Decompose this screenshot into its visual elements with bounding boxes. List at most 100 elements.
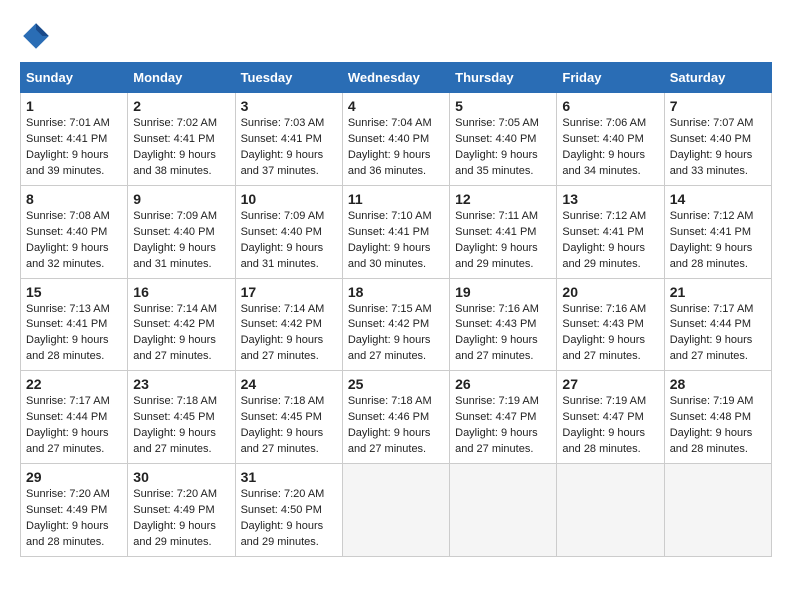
day-info: Sunrise: 7:08 AM Sunset: 4:40 PM Dayligh… (26, 209, 122, 273)
day-info: Sunrise: 7:01 AM Sunset: 4:41 PM Dayligh… (26, 116, 122, 180)
calendar-cell: 8 Sunrise: 7:08 AM Sunset: 4:40 PM Dayli… (21, 185, 128, 278)
day-info: Sunrise: 7:04 AM Sunset: 4:40 PM Dayligh… (348, 116, 444, 180)
day-number: 30 (133, 469, 229, 485)
calendar-cell: 17 Sunrise: 7:14 AM Sunset: 4:42 PM Dayl… (235, 278, 342, 371)
day-info: Sunrise: 7:19 AM Sunset: 4:48 PM Dayligh… (670, 394, 766, 458)
day-info: Sunrise: 7:13 AM Sunset: 4:41 PM Dayligh… (26, 302, 122, 366)
calendar-cell: 28 Sunrise: 7:19 AM Sunset: 4:48 PM Dayl… (664, 371, 771, 464)
calendar-cell: 30 Sunrise: 7:20 AM Sunset: 4:49 PM Dayl… (128, 464, 235, 557)
day-info: Sunrise: 7:18 AM Sunset: 4:45 PM Dayligh… (241, 394, 337, 458)
day-info: Sunrise: 7:17 AM Sunset: 4:44 PM Dayligh… (670, 302, 766, 366)
calendar-cell: 24 Sunrise: 7:18 AM Sunset: 4:45 PM Dayl… (235, 371, 342, 464)
day-number: 22 (26, 376, 122, 392)
day-number: 16 (133, 284, 229, 300)
calendar-cell: 3 Sunrise: 7:03 AM Sunset: 4:41 PM Dayli… (235, 93, 342, 186)
weekday-header-tuesday: Tuesday (235, 63, 342, 93)
day-number: 15 (26, 284, 122, 300)
day-info: Sunrise: 7:09 AM Sunset: 4:40 PM Dayligh… (241, 209, 337, 273)
day-number: 11 (348, 191, 444, 207)
calendar-cell: 2 Sunrise: 7:02 AM Sunset: 4:41 PM Dayli… (128, 93, 235, 186)
day-number: 21 (670, 284, 766, 300)
weekday-header-thursday: Thursday (450, 63, 557, 93)
calendar-cell: 23 Sunrise: 7:18 AM Sunset: 4:45 PM Dayl… (128, 371, 235, 464)
day-number: 13 (562, 191, 658, 207)
day-info: Sunrise: 7:19 AM Sunset: 4:47 PM Dayligh… (562, 394, 658, 458)
day-info: Sunrise: 7:14 AM Sunset: 4:42 PM Dayligh… (241, 302, 337, 366)
day-info: Sunrise: 7:07 AM Sunset: 4:40 PM Dayligh… (670, 116, 766, 180)
day-number: 18 (348, 284, 444, 300)
calendar-cell: 10 Sunrise: 7:09 AM Sunset: 4:40 PM Dayl… (235, 185, 342, 278)
day-number: 28 (670, 376, 766, 392)
day-info: Sunrise: 7:19 AM Sunset: 4:47 PM Dayligh… (455, 394, 551, 458)
weekday-header-sunday: Sunday (21, 63, 128, 93)
calendar-cell: 11 Sunrise: 7:10 AM Sunset: 4:41 PM Dayl… (342, 185, 449, 278)
day-number: 2 (133, 98, 229, 114)
day-info: Sunrise: 7:02 AM Sunset: 4:41 PM Dayligh… (133, 116, 229, 180)
calendar-cell: 21 Sunrise: 7:17 AM Sunset: 4:44 PM Dayl… (664, 278, 771, 371)
calendar-cell: 14 Sunrise: 7:12 AM Sunset: 4:41 PM Dayl… (664, 185, 771, 278)
day-number: 6 (562, 98, 658, 114)
day-info: Sunrise: 7:18 AM Sunset: 4:45 PM Dayligh… (133, 394, 229, 458)
calendar-cell: 7 Sunrise: 7:07 AM Sunset: 4:40 PM Dayli… (664, 93, 771, 186)
calendar-cell: 4 Sunrise: 7:04 AM Sunset: 4:40 PM Dayli… (342, 93, 449, 186)
calendar-cell: 13 Sunrise: 7:12 AM Sunset: 4:41 PM Dayl… (557, 185, 664, 278)
day-number: 10 (241, 191, 337, 207)
day-info: Sunrise: 7:03 AM Sunset: 4:41 PM Dayligh… (241, 116, 337, 180)
day-number: 19 (455, 284, 551, 300)
calendar-cell: 6 Sunrise: 7:06 AM Sunset: 4:40 PM Dayli… (557, 93, 664, 186)
calendar-cell: 31 Sunrise: 7:20 AM Sunset: 4:50 PM Dayl… (235, 464, 342, 557)
day-number: 4 (348, 98, 444, 114)
day-info: Sunrise: 7:18 AM Sunset: 4:46 PM Dayligh… (348, 394, 444, 458)
page-header (20, 20, 772, 52)
day-number: 14 (670, 191, 766, 207)
day-info: Sunrise: 7:12 AM Sunset: 4:41 PM Dayligh… (562, 209, 658, 273)
calendar-cell (450, 464, 557, 557)
calendar-cell: 1 Sunrise: 7:01 AM Sunset: 4:41 PM Dayli… (21, 93, 128, 186)
calendar-cell: 18 Sunrise: 7:15 AM Sunset: 4:42 PM Dayl… (342, 278, 449, 371)
calendar-cell (557, 464, 664, 557)
day-number: 20 (562, 284, 658, 300)
day-info: Sunrise: 7:14 AM Sunset: 4:42 PM Dayligh… (133, 302, 229, 366)
calendar-cell: 26 Sunrise: 7:19 AM Sunset: 4:47 PM Dayl… (450, 371, 557, 464)
day-number: 31 (241, 469, 337, 485)
day-info: Sunrise: 7:06 AM Sunset: 4:40 PM Dayligh… (562, 116, 658, 180)
weekday-header-friday: Friday (557, 63, 664, 93)
calendar-cell: 19 Sunrise: 7:16 AM Sunset: 4:43 PM Dayl… (450, 278, 557, 371)
day-info: Sunrise: 7:16 AM Sunset: 4:43 PM Dayligh… (562, 302, 658, 366)
calendar-table: SundayMondayTuesdayWednesdayThursdayFrid… (20, 62, 772, 557)
day-number: 17 (241, 284, 337, 300)
day-info: Sunrise: 7:11 AM Sunset: 4:41 PM Dayligh… (455, 209, 551, 273)
calendar-cell: 9 Sunrise: 7:09 AM Sunset: 4:40 PM Dayli… (128, 185, 235, 278)
day-number: 8 (26, 191, 122, 207)
day-number: 12 (455, 191, 551, 207)
calendar-cell: 22 Sunrise: 7:17 AM Sunset: 4:44 PM Dayl… (21, 371, 128, 464)
day-info: Sunrise: 7:16 AM Sunset: 4:43 PM Dayligh… (455, 302, 551, 366)
day-number: 5 (455, 98, 551, 114)
weekday-header-monday: Monday (128, 63, 235, 93)
day-number: 27 (562, 376, 658, 392)
calendar-cell: 16 Sunrise: 7:14 AM Sunset: 4:42 PM Dayl… (128, 278, 235, 371)
day-info: Sunrise: 7:05 AM Sunset: 4:40 PM Dayligh… (455, 116, 551, 180)
weekday-header-wednesday: Wednesday (342, 63, 449, 93)
calendar-cell: 15 Sunrise: 7:13 AM Sunset: 4:41 PM Dayl… (21, 278, 128, 371)
day-number: 3 (241, 98, 337, 114)
calendar-cell: 25 Sunrise: 7:18 AM Sunset: 4:46 PM Dayl… (342, 371, 449, 464)
day-info: Sunrise: 7:20 AM Sunset: 4:49 PM Dayligh… (26, 487, 122, 551)
calendar-cell (664, 464, 771, 557)
day-number: 25 (348, 376, 444, 392)
day-info: Sunrise: 7:20 AM Sunset: 4:50 PM Dayligh… (241, 487, 337, 551)
weekday-header-saturday: Saturday (664, 63, 771, 93)
calendar-cell (342, 464, 449, 557)
day-number: 24 (241, 376, 337, 392)
day-number: 7 (670, 98, 766, 114)
day-info: Sunrise: 7:10 AM Sunset: 4:41 PM Dayligh… (348, 209, 444, 273)
day-info: Sunrise: 7:15 AM Sunset: 4:42 PM Dayligh… (348, 302, 444, 366)
calendar-cell: 29 Sunrise: 7:20 AM Sunset: 4:49 PM Dayl… (21, 464, 128, 557)
calendar-cell: 12 Sunrise: 7:11 AM Sunset: 4:41 PM Dayl… (450, 185, 557, 278)
day-number: 29 (26, 469, 122, 485)
day-number: 9 (133, 191, 229, 207)
calendar-cell: 20 Sunrise: 7:16 AM Sunset: 4:43 PM Dayl… (557, 278, 664, 371)
day-number: 1 (26, 98, 122, 114)
day-info: Sunrise: 7:20 AM Sunset: 4:49 PM Dayligh… (133, 487, 229, 551)
calendar-cell: 27 Sunrise: 7:19 AM Sunset: 4:47 PM Dayl… (557, 371, 664, 464)
